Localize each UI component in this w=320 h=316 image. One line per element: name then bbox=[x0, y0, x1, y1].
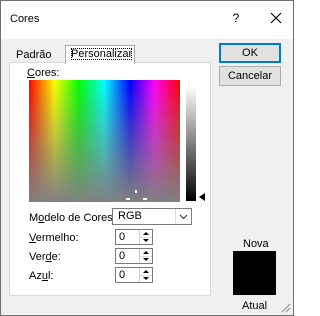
green-label: Verde: bbox=[29, 251, 61, 263]
luminance-slider[interactable] bbox=[186, 86, 196, 201]
red-decrement-button[interactable] bbox=[140, 237, 152, 244]
chevron-down-icon bbox=[143, 277, 149, 280]
color-model-value: RGB bbox=[118, 210, 142, 222]
color-spectrum-picker[interactable] bbox=[29, 80, 180, 202]
chevron-down-icon bbox=[175, 209, 191, 224]
cancel-button[interactable]: Cancelar bbox=[219, 66, 281, 86]
chevron-up-icon bbox=[143, 232, 149, 235]
green-value[interactable]: 0 bbox=[119, 250, 125, 262]
title-bar: Cores ? bbox=[1, 1, 293, 39]
red-value[interactable]: 0 bbox=[119, 231, 125, 243]
red-label: Vermelho: bbox=[29, 232, 79, 244]
current-color-label: Atual bbox=[242, 300, 268, 312]
tab-personalizar-label: Personalizar bbox=[71, 48, 133, 60]
help-button[interactable]: ? bbox=[229, 11, 243, 27]
blue-value[interactable]: 0 bbox=[119, 269, 125, 281]
green-decrement-button[interactable] bbox=[140, 256, 152, 263]
ok-button[interactable]: OK bbox=[219, 43, 281, 63]
tab-padrao-label: Padrão bbox=[16, 49, 52, 61]
chevron-down-icon bbox=[143, 239, 149, 242]
red-stepper[interactable]: 0 bbox=[115, 229, 153, 245]
colors-label: Cores: bbox=[27, 67, 60, 79]
new-color-label: Nova bbox=[243, 238, 269, 250]
green-stepper[interactable]: 0 bbox=[115, 248, 153, 264]
color-model-select[interactable]: RGB bbox=[112, 208, 192, 225]
chevron-down-icon bbox=[143, 258, 149, 261]
chevron-up-icon bbox=[143, 251, 149, 254]
luminance-arrow-icon[interactable] bbox=[199, 193, 205, 201]
close-button[interactable] bbox=[267, 9, 285, 27]
tab-padrao[interactable]: Padrão bbox=[10, 46, 65, 63]
chevron-up-icon bbox=[143, 270, 149, 273]
resize-grip-icon[interactable] bbox=[281, 303, 291, 313]
close-icon bbox=[270, 12, 282, 24]
crosshair-icon[interactable] bbox=[126, 190, 147, 200]
color-preview-swatch bbox=[233, 251, 276, 295]
tab-personalizar[interactable]: Personalizar bbox=[65, 45, 135, 64]
color-model-label: Modelo de Cores: bbox=[29, 212, 116, 224]
blue-decrement-button[interactable] bbox=[140, 275, 152, 282]
dialog-title: Cores bbox=[10, 13, 40, 25]
blue-stepper[interactable]: 0 bbox=[115, 267, 153, 283]
blue-label: Azul: bbox=[29, 270, 54, 282]
